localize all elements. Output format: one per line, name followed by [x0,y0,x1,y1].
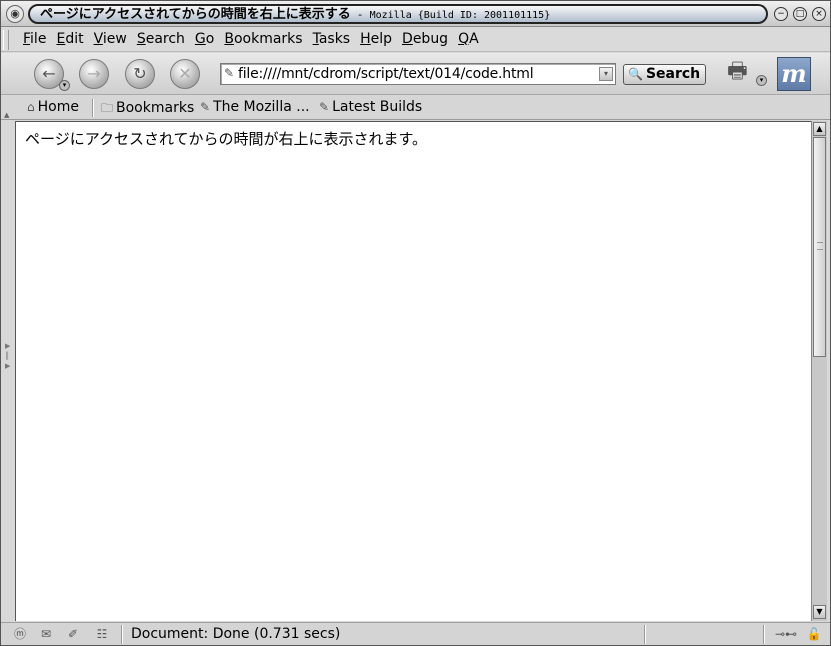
toolbar-collapse-icon[interactable]: ▲ [4,111,9,119]
page-content: ページにアクセスされてからの時間が右上に表示されます。 [15,121,811,621]
sidebar-arrow-icon: ▶ [5,362,11,370]
close-icon[interactable]: × [812,7,826,21]
sidebar-grip[interactable]: ▶ ║ ▶ [5,341,11,401]
menu-tasks[interactable]: Tasks [313,31,355,47]
menu-file[interactable]: File [23,31,50,47]
toolbar-separator [92,99,94,117]
url-input[interactable]: file:////mnt/cdrom/script/text/014/code.… [238,66,534,82]
home-icon: ⌂ [27,100,35,114]
title-bar[interactable]: ◉ ページにアクセスされてからの時間を右上に表示する - Mozilla {Bu… [1,1,830,27]
scroll-thumb-grip [817,242,823,250]
security-lock-icon[interactable]: 🔓 [805,626,823,642]
menu-go[interactable]: Go [195,31,218,47]
personal-toolbar: ▲ ⌂ Home 🗀 Bookmarks ✎ The Mozilla ... ✎ Lat… [1,96,830,120]
menu-search[interactable]: Search [137,31,189,47]
stop-icon[interactable]: ✕ [170,59,200,89]
status-text: Document: Done (0.731 secs) [131,626,341,642]
bookmark-icon: ✎ [200,100,211,114]
minimize-icon[interactable]: − [774,7,788,21]
addressbook-icon[interactable]: ☷ [93,626,111,642]
folder-icon: 🗀 [101,101,114,115]
scroll-up-icon[interactable]: ▲ [813,122,826,136]
menu-qa[interactable]: QA [458,31,483,47]
menu-view[interactable]: View [94,31,131,47]
window-app-name: Mozilla {Build ID: 2001101115} [369,10,551,21]
bookmarks-button[interactable]: 🗀 Bookmarks [101,99,194,120]
maximize-icon[interactable]: □ [793,7,807,21]
mail-icon[interactable]: ✉ [37,626,55,642]
mozilla-logo-icon[interactable]: m [777,57,811,91]
sidebar-arrow-icon: ▶ [5,342,11,350]
connection-icon[interactable]: ⊸⊷ [773,626,799,642]
window-title: ページにアクセスされてからの時間を右上に表示する - Mozilla {Buil… [28,4,768,24]
status-divider [121,625,123,644]
status-bar: ⓜ ✉ ✐ ☷ Document: Done (0.731 secs) ⊸⊷ 🔓 [1,622,830,645]
menubar-grip[interactable] [3,30,9,50]
navigator-icon[interactable]: ⓜ [11,626,29,642]
reload-icon[interactable]: ↻ [125,59,155,89]
menu-edit[interactable]: Edit [56,31,87,47]
menu-items: File Edit View Search Go Bookmarks Tasks… [23,31,489,47]
status-divider [763,625,765,644]
page-icon: ✎ [224,66,235,80]
scroll-thumb[interactable] [813,137,826,357]
print-dropdown-icon[interactable]: ▾ [756,75,767,86]
composer-icon[interactable]: ✐ [64,626,82,642]
page-text: ページにアクセスされてからの時間が右上に表示されます。 [25,130,428,148]
home-button[interactable]: ⌂ Home [27,99,79,115]
window-title-separator: - [358,8,363,21]
browser-window: ◉ ページにアクセスされてからの時間を右上に表示する - Mozilla {Bu… [0,0,831,646]
back-dropdown-icon[interactable]: ▾ [59,80,70,91]
bookmark-icon: ✎ [319,100,330,114]
magnifier-icon: 🔍 [628,67,643,81]
window-title-text: ページにアクセスされてからの時間を右上に表示する [40,7,351,22]
bookmark-mozilla[interactable]: ✎ The Mozilla ... [200,99,310,115]
url-dropdown-icon[interactable]: ▾ [599,67,613,81]
url-bar[interactable]: ✎ file:////mnt/cdrom/script/text/014/cod… [220,63,616,85]
vertical-scrollbar[interactable]: ▲ ▼ [811,121,827,621]
menu-debug[interactable]: Debug [402,31,452,47]
sidebar-grip-lines: ║ [5,352,10,360]
menu-bar: File Edit View Search Go Bookmarks Tasks… [1,28,830,52]
navigation-toolbar: ← ▾ → ↻ ✕ ✎ file:////mnt/cdrom/script/te… [1,53,830,95]
search-button[interactable]: 🔍 Search [623,64,706,85]
bookmark-latest-builds[interactable]: ✎ Latest Builds [319,99,422,115]
forward-arrow-icon[interactable]: → [79,59,109,89]
window-menu-icon[interactable]: ◉ [6,5,24,23]
menu-bookmarks[interactable]: Bookmarks [224,31,306,47]
scroll-down-icon[interactable]: ▼ [813,605,826,619]
status-divider [644,625,646,644]
menu-help[interactable]: Help [360,31,396,47]
